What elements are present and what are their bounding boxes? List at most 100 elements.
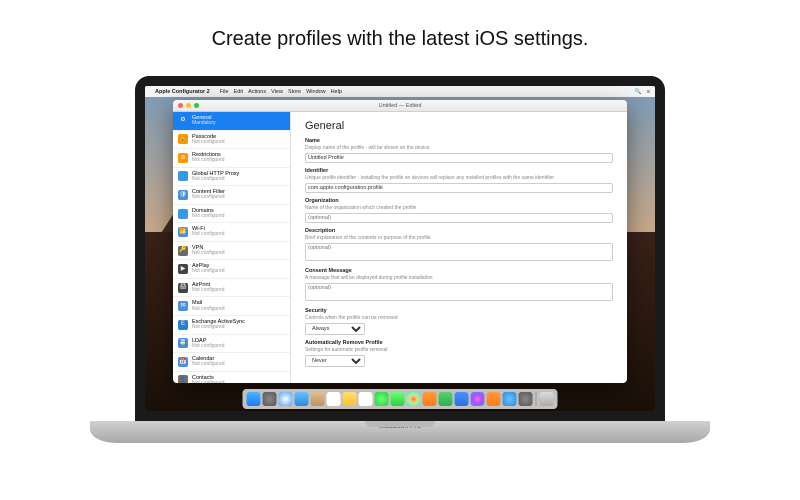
- dock-safari-icon[interactable]: [279, 392, 293, 406]
- window-title: Untitled — Edited: [173, 103, 627, 109]
- dock-notes-icon[interactable]: [343, 392, 357, 406]
- field-description: A message that will be displayed during …: [305, 275, 613, 281]
- sidebar-item-contacts[interactable]: 👤ContactsNot configured: [173, 372, 290, 383]
- menu-actions[interactable]: Actions: [248, 89, 266, 95]
- field-input[interactable]: [305, 183, 613, 193]
- sidebar-icon: 📇: [178, 338, 188, 348]
- sidebar-item-mail[interactable]: ✉MailNot configured: [173, 297, 290, 316]
- field-description: Controls when the profile can be removed: [305, 315, 613, 321]
- menu-file[interactable]: File: [220, 89, 229, 95]
- sidebar-icon: 👤: [178, 375, 188, 383]
- sidebar-sublabel: Not configured: [192, 362, 225, 368]
- sidebar-icon: ✉: [178, 301, 188, 311]
- sidebar-item-calendar[interactable]: 📅CalendarNot configured: [173, 353, 290, 372]
- field-automatically-remove-profile: Automatically Remove ProfileSettings for…: [305, 340, 613, 367]
- sidebar-item-airplay[interactable]: ▶AirPlayNot configured: [173, 260, 290, 279]
- spotlight-icon[interactable]: 🔍: [635, 89, 642, 95]
- field-input[interactable]: [305, 153, 613, 163]
- field-description: DescriptionBrief explanation of the cont…: [305, 228, 613, 263]
- page-headline: Create profiles with the latest iOS sett…: [0, 28, 800, 51]
- sidebar-icon: E: [178, 320, 188, 330]
- field-consent-message: Consent MessageA message that will be di…: [305, 268, 613, 303]
- dock-itunes-icon[interactable]: [471, 392, 485, 406]
- sidebar-icon: 📶: [178, 227, 188, 237]
- dock-calendar-icon[interactable]: [327, 392, 341, 406]
- field-label: Name: [305, 138, 613, 144]
- sidebar-item-restrictions[interactable]: ⊘RestrictionsNot configured: [173, 149, 290, 168]
- dock-keynote-icon[interactable]: [455, 392, 469, 406]
- content-heading: General: [305, 120, 613, 132]
- dock-finder-icon[interactable]: [247, 392, 261, 406]
- sidebar-item-vpn[interactable]: 🔑VPNNot configured: [173, 242, 290, 261]
- sidebar-sublabel: Not configured: [192, 158, 225, 164]
- macos-dock[interactable]: [243, 389, 558, 409]
- sidebar-sublabel: Not configured: [192, 269, 225, 275]
- menu-view[interactable]: View: [271, 89, 283, 95]
- window-titlebar: Untitled — Edited: [173, 100, 627, 112]
- sidebar-item-passcode[interactable]: 🔒PasscodeNot configured: [173, 131, 290, 150]
- sidebar-icon: 🌐: [178, 209, 188, 219]
- menu-window[interactable]: Window: [306, 89, 326, 95]
- menu-store[interactable]: Store: [288, 89, 301, 95]
- field-description: Settings for automatic profile removal: [305, 347, 613, 353]
- menu-edit[interactable]: Edit: [234, 89, 243, 95]
- dock-contacts-icon[interactable]: [311, 392, 325, 406]
- sidebar-sublabel: Not configured: [192, 140, 225, 146]
- laptop-notch: [365, 421, 435, 427]
- field-name: NameDisplay name of the profile - will b…: [305, 138, 613, 163]
- field-input[interactable]: [305, 213, 613, 223]
- sidebar-sublabel: Not configured: [192, 344, 225, 350]
- dock-trash-icon[interactable]: [540, 392, 554, 406]
- sidebar-sublabel: Mandatory: [192, 121, 216, 127]
- sidebar-icon: ⊘: [178, 153, 188, 163]
- dock-photos-icon[interactable]: [407, 392, 421, 406]
- field-description: Brief explanation of the contents or pur…: [305, 235, 613, 241]
- laptop-mockup: Apple Configurator 2 File Edit Actions View…: [90, 76, 710, 476]
- dock-mail-icon[interactable]: [295, 392, 309, 406]
- sidebar-sublabel: Not configured: [192, 232, 225, 238]
- sidebar-sublabel: Not configured: [192, 307, 225, 313]
- field-label: Identifier: [305, 168, 613, 174]
- sidebar-icon: 📅: [178, 357, 188, 367]
- field-label: Automatically Remove Profile: [305, 340, 613, 346]
- sidebar-item-domains[interactable]: 🌐DomainsNot configured: [173, 205, 290, 224]
- field-input[interactable]: Never: [305, 355, 365, 367]
- field-organization: OrganizationName of the organization whi…: [305, 198, 613, 223]
- dock-pages-icon[interactable]: [423, 392, 437, 406]
- sidebar-icon: ⚙: [178, 116, 188, 126]
- dock-appstore-icon[interactable]: [503, 392, 517, 406]
- configurator-window: Untitled — Edited ⚙GeneralMandatory🔒Pass…: [173, 100, 627, 383]
- menubar-menu-icon[interactable]: ≡: [647, 89, 650, 95]
- dock-preferences-icon[interactable]: [519, 392, 533, 406]
- field-identifier: IdentifierUnique profile identifier - in…: [305, 168, 613, 193]
- dock-numbers-icon[interactable]: [439, 392, 453, 406]
- sidebar-sublabel: Not configured: [192, 381, 225, 383]
- dock-facetime-icon[interactable]: [391, 392, 405, 406]
- dock-messages-icon[interactable]: [375, 392, 389, 406]
- close-button[interactable]: [178, 103, 183, 108]
- field-input[interactable]: [305, 283, 613, 301]
- field-input[interactable]: [305, 243, 613, 261]
- field-security: SecurityControls when the profile can be…: [305, 308, 613, 335]
- payload-sidebar[interactable]: ⚙GeneralMandatory🔒PasscodeNot configured…: [173, 112, 291, 383]
- sidebar-item-airprint[interactable]: 🖨AirPrintNot configured: [173, 279, 290, 298]
- sidebar-item-general[interactable]: ⚙GeneralMandatory: [173, 112, 290, 131]
- field-input[interactable]: Always: [305, 323, 365, 335]
- sidebar-item-wi-fi[interactable]: 📶Wi-FiNot configured: [173, 223, 290, 242]
- sidebar-item-content-filter[interactable]: 🛡Content FilterNot configured: [173, 186, 290, 205]
- sidebar-item-exchange-activesync[interactable]: EExchange ActiveSyncNot configured: [173, 316, 290, 335]
- field-label: Consent Message: [305, 268, 613, 274]
- sidebar-sublabel: Not configured: [192, 288, 225, 294]
- sidebar-item-ldap[interactable]: 📇LDAPNot configured: [173, 335, 290, 354]
- dock-launchpad-icon[interactable]: [263, 392, 277, 406]
- zoom-button[interactable]: [194, 103, 199, 108]
- sidebar-item-global-http-proxy[interactable]: 🌐Global HTTP ProxyNot configured: [173, 168, 290, 187]
- menubar-app-name[interactable]: Apple Configurator 2: [155, 89, 210, 95]
- dock-ibooks-icon[interactable]: [487, 392, 501, 406]
- dock-reminders-icon[interactable]: [359, 392, 373, 406]
- field-label: Organization: [305, 198, 613, 204]
- sidebar-sublabel: Not configured: [192, 195, 225, 201]
- sidebar-icon: 🔒: [178, 134, 188, 144]
- minimize-button[interactable]: [186, 103, 191, 108]
- menu-help[interactable]: Help: [331, 89, 342, 95]
